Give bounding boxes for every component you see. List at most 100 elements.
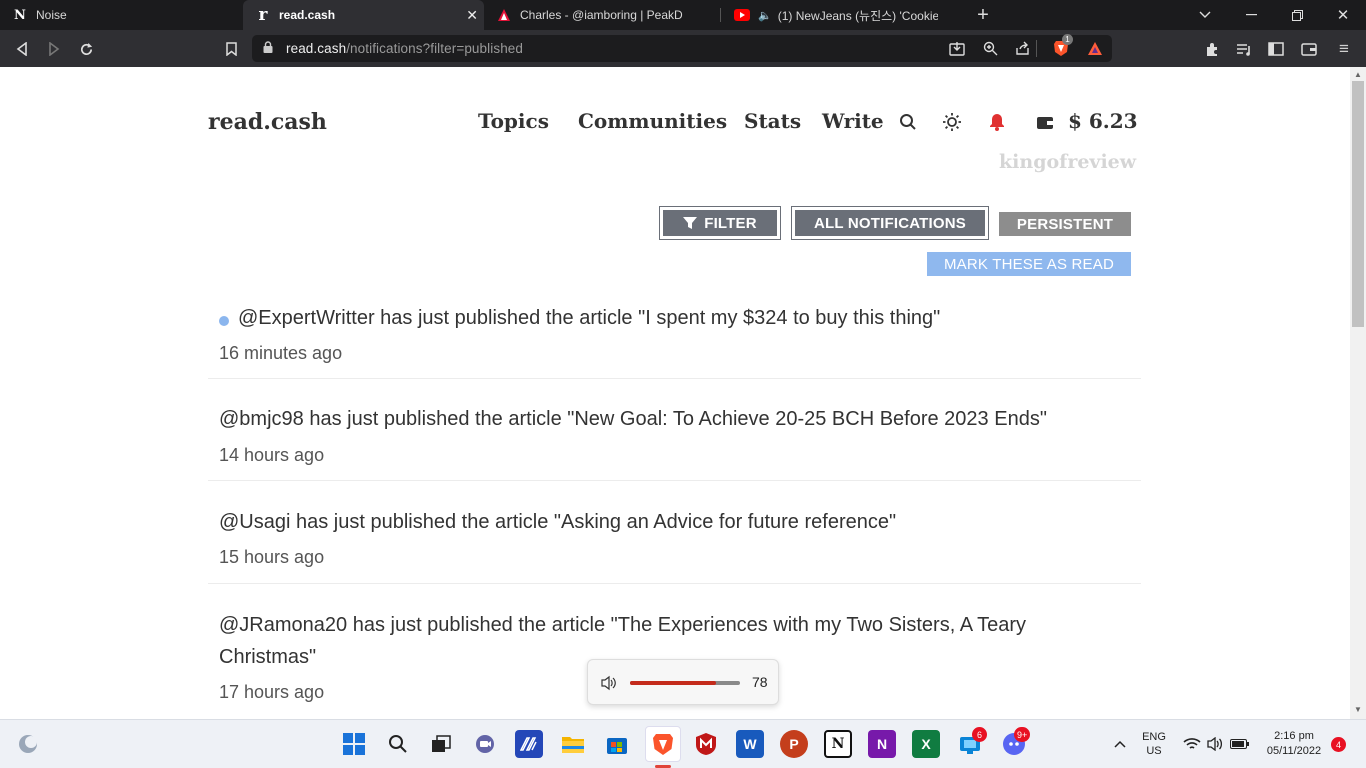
url-text: read.cash/notifications?filter=published xyxy=(286,41,523,56)
close-tab-icon[interactable]: ✕ xyxy=(466,7,478,24)
language-indicator[interactable]: ENG US xyxy=(1138,731,1170,757)
notification-time: 15 hours ago xyxy=(219,547,325,567)
widgets-weather-icon[interactable] xyxy=(14,730,42,758)
nav-communities[interactable]: Communities xyxy=(578,109,727,133)
forward-icon[interactable] xyxy=(43,38,65,60)
teams-chat-icon[interactable] xyxy=(471,730,499,758)
install-app-icon[interactable] xyxy=(946,37,968,59)
wallet-icon[interactable] xyxy=(1298,38,1320,60)
tab-peakd[interactable]: Charles - @iamboring | PeakD xyxy=(484,0,720,30)
store-badge: 6 xyxy=(972,727,987,742)
notion-icon[interactable]: N xyxy=(824,730,852,758)
nav-stats[interactable]: Stats xyxy=(744,109,801,133)
start-windows-icon[interactable] xyxy=(340,730,368,758)
battery-icon[interactable] xyxy=(1226,730,1254,758)
youtube-icon xyxy=(734,7,750,23)
restore-button[interactable] xyxy=(1274,0,1320,30)
tab-title: Noise xyxy=(36,8,67,22)
filter-button-label: FILTER xyxy=(704,214,757,232)
noise-favicon-icon: N xyxy=(14,7,26,23)
powerpoint-icon[interactable]: P xyxy=(780,730,808,758)
file-explorer-icon[interactable] xyxy=(559,730,587,758)
bell-notification-icon[interactable] xyxy=(987,112,1007,132)
notification-text[interactable]: @Usagi has just published the article "A… xyxy=(219,506,1099,538)
bookmark-icon[interactable] xyxy=(220,38,242,60)
notification-time: 17 hours ago xyxy=(219,682,325,702)
tab-youtube[interactable]: 🔈 (1) NewJeans (뉴진스) 'Cookie' Offi xyxy=(722,0,960,30)
page-scrollbar[interactable]: ▲ ▼ xyxy=(1350,67,1366,719)
back-icon[interactable] xyxy=(11,38,33,60)
wallet-balance[interactable]: $ 6.23 xyxy=(1068,109,1138,133)
notification-center-badge[interactable]: 4 xyxy=(1331,737,1346,752)
speaker-icon[interactable] xyxy=(600,675,618,691)
share-icon[interactable] xyxy=(1011,37,1033,59)
audio-playing-icon[interactable]: 🔈 xyxy=(758,9,772,22)
brave-rewards-icon[interactable] xyxy=(1084,37,1106,59)
url-host: read.cash xyxy=(286,41,347,56)
persistent-button[interactable]: PERSISTENT xyxy=(999,212,1131,236)
notification-item[interactable]: @bmjc98 has just published the article "… xyxy=(208,379,1141,481)
notification-text[interactable]: @bmjc98 has just published the article "… xyxy=(219,403,1099,435)
scroll-up-arrow-icon[interactable]: ▲ xyxy=(1354,70,1362,79)
tab-title: read.cash xyxy=(279,8,336,22)
browser-toolbar: read.cash/notifications?filter=published… xyxy=(0,30,1366,67)
tab-noise[interactable]: N Noise xyxy=(0,0,242,30)
lock-icon xyxy=(263,41,273,53)
notification-item[interactable]: @Usagi has just published the article "A… xyxy=(208,481,1141,584)
tab-search-chevron-icon[interactable] xyxy=(1182,0,1228,30)
onenote-icon[interactable]: N xyxy=(868,730,896,758)
menu-icon[interactable]: ≡ xyxy=(1333,38,1355,60)
windows-taskbar: W P N N X 6 9+ ENG US 2:16 pm 05/11/2022… xyxy=(0,719,1366,768)
tab-title: (1) NewJeans (뉴진스) 'Cookie' Offi xyxy=(777,8,938,23)
microsoft-store-icon[interactable] xyxy=(603,730,631,758)
url-divider xyxy=(1036,40,1037,57)
minimize-button[interactable] xyxy=(1228,0,1274,30)
reload-icon[interactable] xyxy=(75,38,97,60)
clock-date: 05/11/2022 xyxy=(1266,745,1322,757)
tab-title: Charles - @iamboring | PeakD xyxy=(520,8,683,22)
tab-read-cash[interactable]: r read.cash ✕ xyxy=(243,0,484,30)
zoom-icon[interactable] xyxy=(979,37,1001,59)
shield-count-badge: 1 xyxy=(1062,34,1073,45)
wallet-icon[interactable] xyxy=(1035,112,1055,132)
notification-item[interactable]: @ExpertWritter has just published the ar… xyxy=(208,297,1141,379)
all-notifications-button[interactable]: ALL NOTIFICATIONS xyxy=(791,206,989,240)
mcafee-icon[interactable] xyxy=(692,730,720,758)
search-icon[interactable] xyxy=(384,730,412,758)
close-window-button[interactable]: ✕ xyxy=(1320,0,1366,30)
site-logo[interactable]: read.cash xyxy=(208,109,327,135)
scroll-down-arrow-icon[interactable]: ▼ xyxy=(1354,705,1362,714)
clock-time: 2:16 pm xyxy=(1274,730,1314,742)
new-tab-button[interactable]: + xyxy=(960,0,1006,30)
sidebar-icon[interactable] xyxy=(1265,38,1287,60)
clock[interactable]: 2:16 pm 05/11/2022 xyxy=(1258,730,1330,757)
word-icon[interactable]: W xyxy=(736,730,764,758)
editor-app-icon[interactable] xyxy=(515,730,543,758)
volume-slider-fill xyxy=(630,681,716,685)
language-code: ENG xyxy=(1142,731,1166,743)
excel-icon[interactable]: X xyxy=(912,730,940,758)
scrollbar-thumb[interactable] xyxy=(1352,81,1364,327)
notification-time: 14 hours ago xyxy=(219,445,325,465)
funnel-icon xyxy=(683,217,698,229)
tray-chevron-up-icon[interactable] xyxy=(1106,730,1134,758)
task-view-icon[interactable] xyxy=(427,730,455,758)
discord-badge: 9+ xyxy=(1014,727,1031,742)
search-icon[interactable] xyxy=(898,112,918,132)
address-bar[interactable]: read.cash/notifications?filter=published… xyxy=(252,34,1112,62)
peakd-icon xyxy=(496,7,512,23)
brave-browser-icon[interactable] xyxy=(645,726,681,762)
tab-strip: N Noise r read.cash ✕ Charles - @iambori… xyxy=(0,0,1366,30)
theme-toggle-sun-icon[interactable] xyxy=(942,112,962,132)
brave-shield-icon[interactable]: 1 xyxy=(1050,34,1073,59)
nav-topics[interactable]: Topics xyxy=(478,109,549,133)
nav-write[interactable]: Write xyxy=(822,109,884,133)
filter-button[interactable]: FILTER xyxy=(659,206,781,240)
extensions-icon[interactable] xyxy=(1201,38,1223,60)
username[interactable]: kingofreview xyxy=(999,151,1136,173)
volume-slider[interactable] xyxy=(630,681,740,685)
volume-value: 78 xyxy=(752,674,768,690)
notification-text[interactable]: @ExpertWritter has just published the ar… xyxy=(238,302,1118,334)
mark-as-read-button[interactable]: MARK THESE AS READ xyxy=(927,252,1131,276)
playlist-icon[interactable] xyxy=(1233,38,1255,60)
